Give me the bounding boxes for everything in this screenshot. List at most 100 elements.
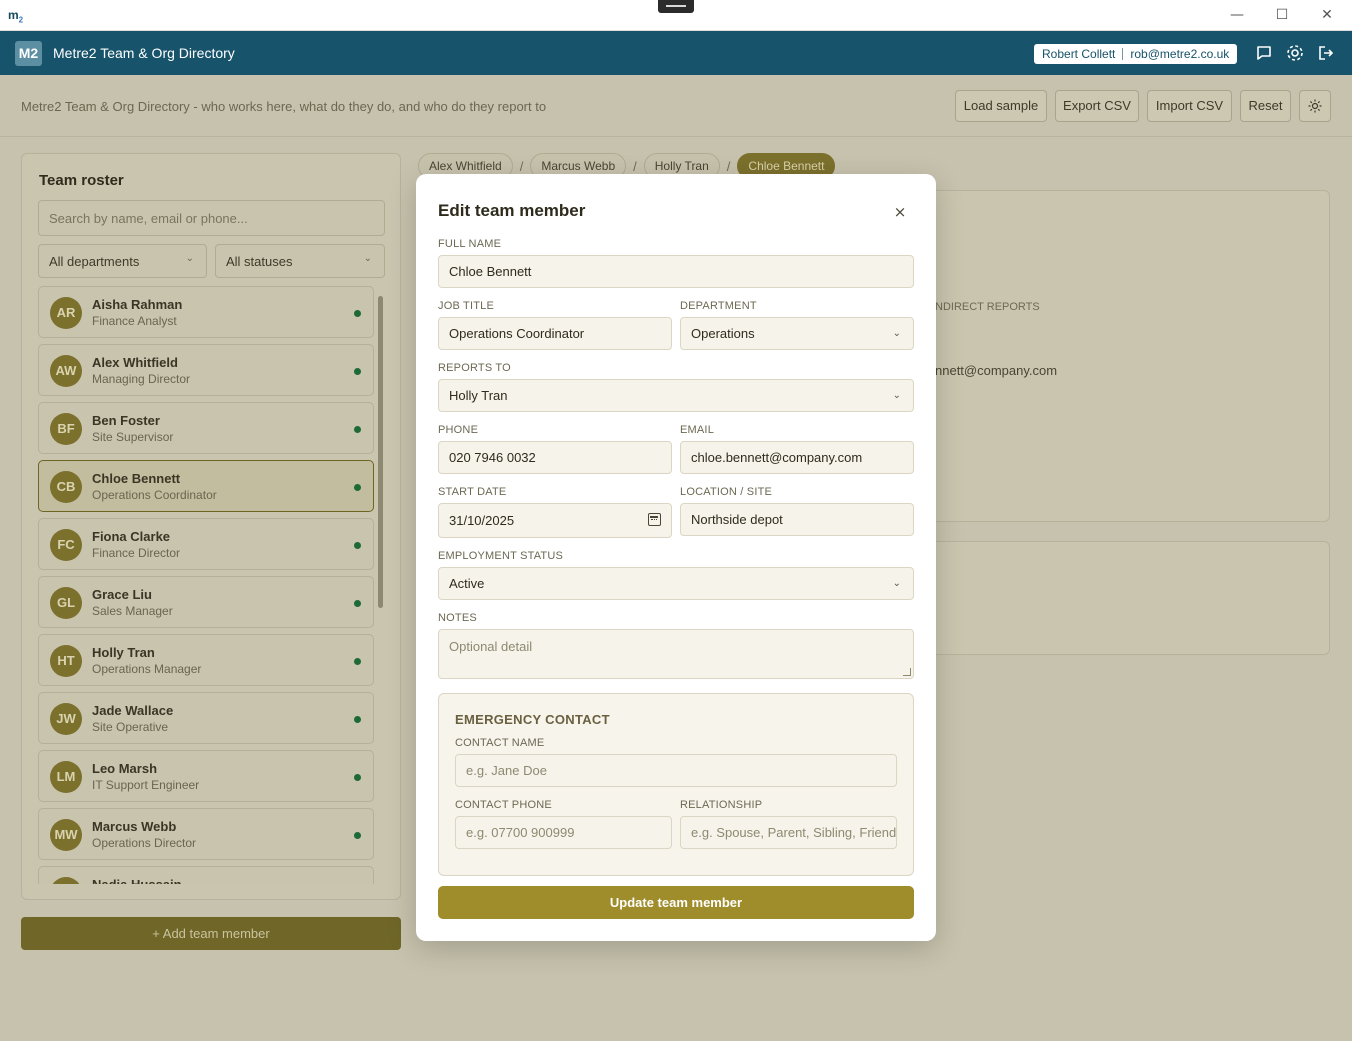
roster-scrollbar[interactable]	[378, 296, 383, 608]
roster-card[interactable]: HT Holly Tran Operations Manager	[38, 634, 374, 686]
export-csv-button[interactable]: Export CSV	[1055, 90, 1139, 122]
roster-card[interactable]: GL Grace Liu Sales Manager	[38, 576, 374, 628]
roster-card[interactable]: AR Aisha Rahman Finance Analyst	[38, 286, 374, 338]
sun-icon	[1308, 99, 1322, 113]
roster-card[interactable]: NH Nadia Hussain	[38, 866, 374, 884]
user-pill-divider	[1122, 48, 1124, 60]
theme-toggle-button[interactable]	[1299, 90, 1331, 122]
member-role: Operations Manager	[92, 662, 202, 676]
location-input[interactable]: Northside depot	[680, 503, 914, 536]
team-roster-panel: Team roster Search by name, email or pho…	[21, 153, 401, 900]
calendar-icon[interactable]	[648, 513, 661, 526]
job-title-input[interactable]: Operations Coordinator	[438, 317, 672, 350]
email-label: EMAIL	[680, 424, 715, 436]
toolbar: Metre2 Team & Org Directory - who works …	[0, 75, 1352, 137]
minimize-button[interactable]: —	[1220, 4, 1254, 26]
user-name: Robert Collett	[1042, 47, 1116, 61]
chevron-down-icon: ⌄	[892, 390, 901, 401]
chevron-down-icon: ⌄	[185, 253, 194, 264]
emergency-contact-section: EMERGENCY CONTACT CONTACT NAME e.g. Jane…	[438, 693, 914, 876]
roster-card[interactable]: LM Leo Marsh IT Support Engineer	[38, 750, 374, 802]
chevron-down-icon: ⌄	[363, 253, 372, 264]
load-sample-button[interactable]: Load sample	[955, 90, 1047, 122]
member-name: Nadia Hussain	[92, 877, 182, 884]
breadcrumb-separator: /	[633, 158, 637, 174]
full-name-label: FULL NAME	[438, 238, 502, 250]
member-role: Finance Director	[92, 546, 181, 560]
email-field[interactable]: chloe.bennett@company.com	[680, 441, 914, 474]
roster-card[interactable]: BF Ben Foster Site Supervisor	[38, 402, 374, 454]
avatar: LM	[50, 761, 82, 793]
status-filter-select[interactable]: All statuses ⌄	[215, 244, 385, 278]
notes-textarea[interactable]: Optional detail	[438, 629, 914, 679]
indirect-reports-label: NDIRECT REPORTS	[935, 301, 1040, 313]
close-icon[interactable]: ×	[888, 200, 912, 224]
member-name: Ben Foster	[92, 413, 160, 428]
phone-label: PHONE	[438, 424, 479, 436]
window-close-button[interactable]: ✕	[1310, 4, 1344, 26]
member-name: Leo Marsh	[92, 761, 158, 776]
member-name: Chloe Bennett	[92, 471, 181, 486]
relationship-input[interactable]: e.g. Spouse, Parent, Sibling, Friend	[680, 816, 897, 849]
relationship-label: RELATIONSHIP	[680, 799, 763, 811]
department-select[interactable]: Operations ⌄	[680, 317, 914, 350]
avatar: GL	[50, 587, 82, 619]
roster-card[interactable]: JW Jade Wallace Site Operative	[38, 692, 374, 744]
detail-email: nnett@company.com	[935, 363, 1058, 378]
start-date-input[interactable]: 31/10/2025	[438, 503, 672, 538]
roster-card[interactable]: MW Marcus Webb Operations Director	[38, 808, 374, 860]
reports-to-select[interactable]: Holly Tran ⌄	[438, 379, 914, 412]
contact-name-input[interactable]: e.g. Jane Doe	[455, 754, 897, 787]
employment-status-label: EMPLOYMENT STATUS	[438, 550, 564, 562]
member-role: Sales Manager	[92, 604, 173, 618]
member-role: IT Support Engineer	[92, 778, 200, 792]
avatar: AR	[50, 297, 82, 329]
notes-label: NOTES	[438, 612, 477, 624]
emergency-contact-heading: EMERGENCY CONTACT	[455, 712, 610, 727]
status-dot	[354, 542, 361, 549]
window-drag-handle[interactable]	[658, 0, 694, 13]
phone-input[interactable]: 020 7946 0032	[438, 441, 672, 474]
user-pill[interactable]: Robert Collett rob@metre2.co.uk	[1034, 44, 1238, 64]
member-role: Managing Director	[92, 372, 191, 386]
status-dot	[354, 774, 361, 781]
roster-card[interactable]: CB Chloe Bennett Operations Coordinator	[38, 460, 374, 512]
logout-icon[interactable]	[1316, 43, 1336, 63]
roster-search-input[interactable]: Search by name, email or phone...	[38, 200, 385, 236]
page-subtitle: Metre2 Team & Org Directory - who works …	[21, 99, 547, 114]
contact-name-label: CONTACT NAME	[455, 737, 545, 749]
member-name: Aisha Rahman	[92, 297, 183, 312]
status-dot	[354, 310, 361, 317]
add-team-member-button[interactable]: + Add team member	[21, 917, 401, 950]
reports-to-label: REPORTS TO	[438, 362, 511, 374]
app-logo: m2	[8, 8, 24, 25]
department-filter-select[interactable]: All departments ⌄	[38, 244, 207, 278]
member-role: Operations Director	[92, 836, 197, 850]
member-name: Alex Whitfield	[92, 355, 178, 370]
chevron-down-icon: ⌄	[892, 578, 901, 589]
window-titlebar: m2 — ☐ ✕	[0, 0, 1352, 31]
chat-icon[interactable]	[1254, 43, 1274, 63]
modal-title: Edit team member	[438, 201, 586, 220]
contact-phone-label: CONTACT PHONE	[455, 799, 552, 811]
status-dot	[354, 600, 361, 607]
maximize-button[interactable]: ☐	[1265, 4, 1299, 26]
gear-icon[interactable]	[1285, 43, 1305, 63]
roster-card[interactable]: FC Fiona Clarke Finance Director	[38, 518, 374, 570]
location-label: LOCATION / SITE	[680, 486, 773, 498]
contact-phone-input[interactable]: e.g. 07700 900999	[455, 816, 672, 849]
reset-button[interactable]: Reset	[1240, 90, 1291, 122]
member-role: Site Supervisor	[92, 430, 174, 444]
avatar: CB	[50, 471, 82, 503]
resize-handle[interactable]	[903, 668, 911, 676]
roster-card[interactable]: AW Alex Whitfield Managing Director	[38, 344, 374, 396]
breadcrumb-separator: /	[726, 158, 731, 174]
member-name: Jade Wallace	[92, 703, 174, 718]
member-role: Operations Coordinator	[92, 488, 217, 502]
job-title-label: JOB TITLE	[438, 300, 494, 312]
import-csv-button[interactable]: Import CSV	[1147, 90, 1232, 122]
full-name-input[interactable]: Chloe Bennett	[438, 255, 914, 288]
user-email: rob@metre2.co.uk	[1130, 47, 1230, 61]
update-member-button[interactable]: Update team member	[438, 886, 914, 919]
employment-status-select[interactable]: Active ⌄	[438, 567, 914, 600]
